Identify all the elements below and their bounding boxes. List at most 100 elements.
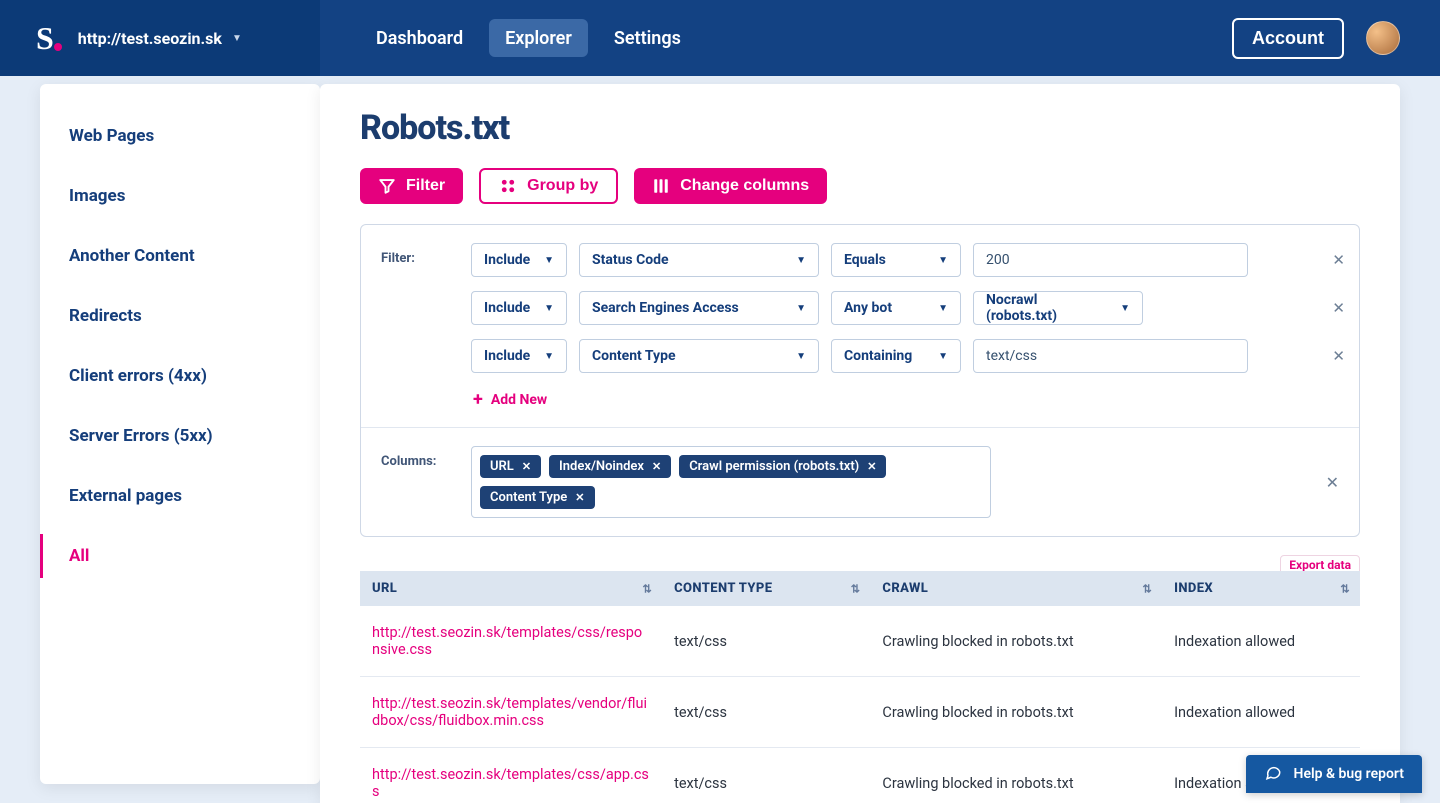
filter-value-select[interactable]: Nocrawl (robots.txt) ▼ bbox=[973, 291, 1143, 325]
results-table: URL ⇅ CONTENT TYPE ⇅ CRAWL ⇅ INDEX ⇅ bbox=[360, 571, 1360, 803]
sidebar-item-client-errors[interactable]: Client errors (4xx) bbox=[40, 354, 320, 398]
caret-down-icon: ▼ bbox=[938, 351, 948, 362]
columns-chip-box[interactable]: URL ✕ Index/Noindex ✕ Crawl permission (… bbox=[471, 446, 991, 518]
col-index[interactable]: INDEX ⇅ bbox=[1162, 571, 1360, 606]
filter-op-select[interactable]: Equals ▼ bbox=[831, 243, 961, 277]
chip-label: Content Type bbox=[490, 490, 567, 505]
nav-dashboard[interactable]: Dashboard bbox=[360, 19, 479, 57]
sidebar-item-another-content[interactable]: Another Content bbox=[40, 234, 320, 278]
filter-row-remove[interactable]: ✕ bbox=[1332, 251, 1345, 269]
filter-include-value: Include bbox=[484, 252, 530, 268]
row-url-link[interactable]: http://test.seozin.sk/templates/css/resp… bbox=[372, 624, 650, 658]
column-chip-content-type[interactable]: Content Type ✕ bbox=[480, 486, 595, 509]
sidebar-item-external-pages[interactable]: External pages bbox=[40, 474, 320, 518]
filter-include-select[interactable]: Include ▼ bbox=[471, 339, 567, 373]
filter-field-select[interactable]: Search Engines Access ▼ bbox=[579, 291, 819, 325]
nav-settings[interactable]: Settings bbox=[598, 19, 697, 57]
columns-section-remove[interactable]: ✕ bbox=[1326, 473, 1339, 492]
row-url-link[interactable]: http://test.seozin.sk/templates/css/app.… bbox=[372, 766, 650, 800]
row-index: Indexation allowed bbox=[1162, 677, 1360, 748]
column-chip-index-noindex[interactable]: Index/Noindex ✕ bbox=[549, 455, 671, 478]
sidebar-item-server-errors[interactable]: Server Errors (5xx) bbox=[40, 414, 320, 458]
filter-row-remove[interactable]: ✕ bbox=[1332, 299, 1345, 317]
filter-field-select[interactable]: Content Type ▼ bbox=[579, 339, 819, 373]
sidebar-item-web-pages[interactable]: Web Pages bbox=[40, 114, 320, 158]
col-crawl[interactable]: CRAWL ⇅ bbox=[870, 571, 1162, 606]
nav-explorer[interactable]: Explorer bbox=[489, 19, 588, 57]
column-chip-crawl-permission[interactable]: Crawl permission (robots.txt) ✕ bbox=[679, 455, 886, 478]
filter-row-remove[interactable]: ✕ bbox=[1332, 347, 1345, 365]
columns-icon bbox=[652, 177, 670, 195]
filter-include-select[interactable]: Include ▼ bbox=[471, 243, 567, 277]
change-columns-button[interactable]: Change columns bbox=[634, 168, 827, 204]
main-card: Robots.txt Filter Group by Change column… bbox=[320, 84, 1400, 803]
table-row: http://test.seozin.sk/templates/css/app.… bbox=[360, 748, 1360, 803]
caret-down-icon: ▼ bbox=[1120, 303, 1130, 314]
site-switcher[interactable]: http://test.seozin.sk ▼ bbox=[78, 29, 242, 48]
col-index-label: INDEX bbox=[1174, 581, 1213, 596]
filter-value: text/css bbox=[986, 348, 1037, 364]
sidebar-item-all[interactable]: All bbox=[40, 534, 320, 578]
caret-down-icon: ▼ bbox=[938, 303, 948, 314]
chip-remove-icon[interactable]: ✕ bbox=[652, 460, 661, 473]
filter-field-select[interactable]: Status Code ▼ bbox=[579, 243, 819, 277]
filter-value: 200 bbox=[986, 252, 1010, 268]
group-by-button[interactable]: Group by bbox=[479, 168, 618, 204]
filter-op-value: Equals bbox=[844, 252, 886, 268]
filter-section-label: Filter: bbox=[381, 243, 451, 266]
avatar[interactable] bbox=[1366, 21, 1400, 55]
filter-include-value: Include bbox=[484, 300, 530, 316]
chip-remove-icon[interactable]: ✕ bbox=[575, 491, 584, 504]
col-content-type[interactable]: CONTENT TYPE ⇅ bbox=[662, 571, 870, 606]
sort-icon: ⇅ bbox=[1340, 582, 1350, 595]
site-url: http://test.seozin.sk bbox=[78, 29, 222, 48]
group-by-button-label: Group by bbox=[527, 177, 598, 195]
account-button[interactable]: Account bbox=[1232, 18, 1344, 59]
filter-op-select[interactable]: Containing ▼ bbox=[831, 339, 961, 373]
caret-down-icon: ▼ bbox=[544, 351, 554, 362]
sort-icon: ⇅ bbox=[1142, 582, 1152, 595]
row-crawl: Crawling blocked in robots.txt bbox=[870, 748, 1162, 803]
filter-include-value: Include bbox=[484, 348, 530, 364]
help-widget-label: Help & bug report bbox=[1294, 766, 1404, 782]
add-filter-button[interactable]: + Add New bbox=[471, 387, 547, 409]
filter-button[interactable]: Filter bbox=[360, 168, 463, 204]
brand-logo: S bbox=[36, 20, 62, 57]
sidebar-item-images[interactable]: Images bbox=[40, 174, 320, 218]
col-url[interactable]: URL ⇅ bbox=[360, 571, 662, 606]
brand-area: S http://test.seozin.sk ▼ bbox=[0, 0, 320, 76]
filter-rows: Include ▼ Status Code ▼ Equals ▼ 200 ✕ bbox=[471, 243, 1339, 409]
filter-op-select[interactable]: Any bot ▼ bbox=[831, 291, 961, 325]
chip-label: URL bbox=[490, 459, 514, 474]
row-crawl: Crawling blocked in robots.txt bbox=[870, 677, 1162, 748]
filter-field-value: Search Engines Access bbox=[592, 300, 739, 316]
row-crawl: Crawling blocked in robots.txt bbox=[870, 606, 1162, 677]
add-filter-label: Add New bbox=[491, 392, 547, 408]
caret-down-icon: ▼ bbox=[938, 255, 948, 266]
columns-section: Columns: URL ✕ Index/Noindex ✕ Crawl per… bbox=[361, 428, 1359, 536]
sort-icon: ⇅ bbox=[851, 582, 861, 595]
filter-section: Filter: Include ▼ Status Code ▼ Equals ▼ bbox=[361, 225, 1359, 428]
row-url-link[interactable]: http://test.seozin.sk/templates/vendor/f… bbox=[372, 695, 650, 729]
column-chip-url[interactable]: URL ✕ bbox=[480, 455, 541, 478]
sidebar-item-redirects[interactable]: Redirects bbox=[40, 294, 320, 338]
filter-op-value: Containing bbox=[844, 348, 912, 364]
table-header-row: URL ⇅ CONTENT TYPE ⇅ CRAWL ⇅ INDEX ⇅ bbox=[360, 571, 1360, 606]
row-content-type: text/css bbox=[662, 606, 870, 677]
table-row: http://test.seozin.sk/templates/css/resp… bbox=[360, 606, 1360, 677]
filter-panel: Filter: Include ▼ Status Code ▼ Equals ▼ bbox=[360, 224, 1360, 537]
caret-down-icon: ▼ bbox=[544, 303, 554, 314]
caret-down-icon: ▼ bbox=[796, 255, 806, 266]
filter-value-input[interactable]: text/css bbox=[973, 339, 1248, 373]
row-content-type: text/css bbox=[662, 748, 870, 803]
chip-remove-icon[interactable]: ✕ bbox=[522, 460, 531, 473]
help-widget[interactable]: Help & bug report bbox=[1246, 755, 1422, 793]
filter-include-select[interactable]: Include ▼ bbox=[471, 291, 567, 325]
filter-value-input[interactable]: 200 bbox=[973, 243, 1248, 277]
top-right: Account bbox=[1232, 18, 1400, 59]
filter-icon bbox=[378, 177, 396, 195]
topbar: S http://test.seozin.sk ▼ Dashboard Expl… bbox=[0, 0, 1440, 76]
top-nav: Dashboard Explorer Settings bbox=[320, 19, 697, 57]
chip-remove-icon[interactable]: ✕ bbox=[867, 460, 876, 473]
toolbar: Filter Group by Change columns bbox=[360, 168, 1360, 204]
